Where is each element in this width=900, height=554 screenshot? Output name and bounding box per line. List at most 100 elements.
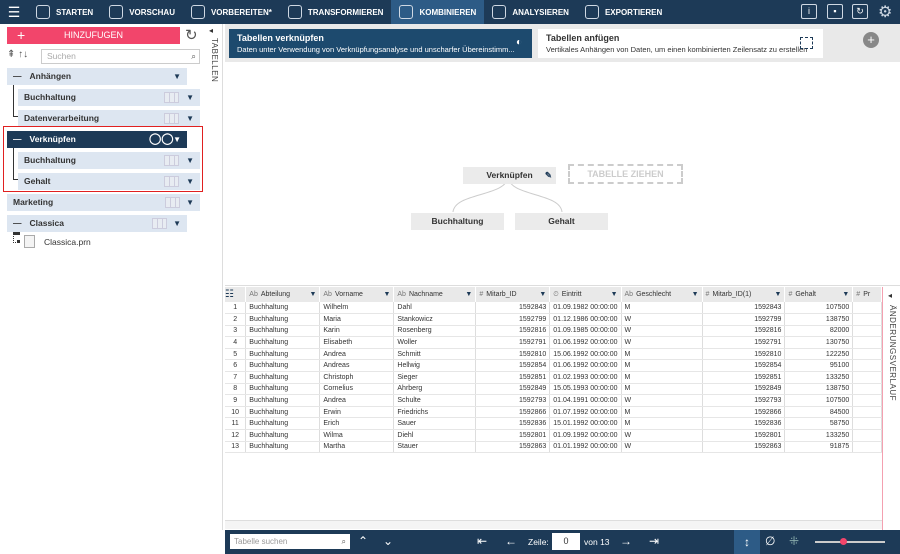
table-buchhaltung[interactable]: Buchhaltung ▼ [18,89,200,106]
table-cell[interactable]: 6 [225,359,247,373]
null-icon[interactable]: ∅ [765,534,775,548]
table-cell[interactable]: Christoph [319,371,395,384]
gear-icon[interactable]: ⚙ [878,2,892,22]
table-cell[interactable]: W [621,441,703,454]
table-cell[interactable]: 1592799 [475,313,551,326]
table-row[interactable]: 9 Buchhaltung Andrea Schulte 1592793 01.04.19… [225,394,882,407]
table-cell[interactable]: W [621,336,703,349]
table-cell[interactable] [852,383,882,396]
table-cell[interactable] [852,406,882,419]
chevron-down-icon[interactable]: ▼ [309,291,316,298]
table-cell[interactable]: 95100 [784,359,854,373]
table-cell[interactable]: M [621,302,703,315]
table-cell[interactable]: Karin [319,325,395,338]
table-cell[interactable]: Buchhaltung [245,302,321,315]
hamburger-menu-icon[interactable]: ☰ [0,4,28,21]
table-cell[interactable]: 01.07.1992 00:00:00 [549,406,622,419]
table-row[interactable]: 10 Buchhaltung Erwin Friedrichs 1592866 01.07… [225,406,882,419]
table-cell[interactable]: Buchhaltung [245,417,321,431]
chevron-down-icon[interactable]: ▼ [186,110,194,127]
table-cell[interactable] [852,359,882,373]
table-cell[interactable] [852,325,882,338]
table-cell[interactable] [852,441,882,454]
table-cell[interactable]: Erich [319,417,395,431]
last-row-icon[interactable]: ⇥ [649,534,659,548]
table-cell[interactable]: M [621,359,703,373]
table-cell[interactable]: Buchhaltung [245,383,321,396]
sort-icons[interactable]: ⇞ ↑↓ [7,49,28,60]
table-cell[interactable]: Buchhaltung [245,325,321,338]
table-cell[interactable]: 1592851 [702,371,786,384]
table-cell[interactable]: 1592866 [702,406,786,419]
nav-kombinieren[interactable]: KOMBINIEREN [391,0,485,24]
table-cell[interactable]: 1592801 [475,429,551,442]
table-cell[interactable]: Dahl [393,302,477,315]
table-cell[interactable]: 107500 [784,302,854,315]
table-cell[interactable]: 1592851 [475,371,551,384]
table-cell[interactable]: Buchhaltung [245,359,321,373]
table-cell[interactable]: 82000 [784,325,854,338]
group-classica[interactable]: — Classica ▼ [7,215,187,232]
table-cell[interactable]: Erwin [319,406,395,419]
table-cell[interactable]: M [621,383,703,396]
table-cell[interactable]: M [621,348,703,361]
table-cell[interactable]: 01.02.1993 00:00:00 [549,371,622,384]
table-cell[interactable]: Martha [319,441,395,454]
table-cell[interactable]: 133250 [784,371,854,384]
table-cell[interactable]: 1592793 [702,394,786,407]
table-cell[interactable]: Buchhaltung [245,336,321,349]
zoom-slider[interactable] [815,538,885,545]
group-verknuepfen[interactable]: — Verknüpfen ◯◯ ▼ [7,131,187,148]
table-cell[interactable]: 10 [225,406,247,419]
column-header[interactable]: # Mitarb_ID ▼ [475,287,551,302]
table-cell[interactable]: Wilhelm [319,302,395,315]
table-cell[interactable]: 1592791 [475,336,551,349]
table-cell[interactable] [852,371,882,384]
add-button[interactable]: + HINZUFUGEN [7,27,180,44]
table-cell[interactable]: Schulte [393,394,477,407]
chevron-down-icon[interactable]: ▼ [173,215,181,232]
table-cell[interactable]: W [621,313,703,326]
collapse-icon[interactable]: ◂ [209,26,213,35]
right-table-node[interactable]: Gehalt [515,213,608,230]
table-row[interactable]: 12 Buchhaltung Wilma Diehl 1592801 01.09.1992… [225,429,882,442]
expand-icon[interactable]: ◂ [888,291,892,300]
table-cell[interactable]: 15.06.1992 00:00:00 [549,348,622,361]
table-cell[interactable]: W [621,429,703,442]
table-cell[interactable]: Andrea [319,394,395,407]
file-classica-prn[interactable]: Classica.prn [44,237,91,247]
table-cell[interactable]: Buchhaltung [245,429,321,442]
table-cell[interactable]: 1592863 [702,441,786,454]
table-cell[interactable]: 15.01.1992 00:00:00 [549,417,622,431]
table-cell[interactable]: M [621,371,703,384]
previous-row-icon[interactable]: ← [505,534,517,548]
nav-exportieren[interactable]: EXPORTIEREN [577,0,670,24]
table-cell[interactable]: Andreas [319,359,395,373]
table-cell[interactable] [852,313,882,326]
column-header[interactable]: Ab Nachname ▼ [393,287,477,302]
table-cell[interactable]: Maria [319,313,395,326]
table-cell[interactable]: Andrea [319,348,395,361]
table-cell[interactable]: 1592854 [475,359,551,373]
table-cell[interactable]: M [621,406,703,419]
table-cell[interactable]: 84500 [784,406,854,419]
table-buchhaltung[interactable]: Buchhaltung ▼ [18,152,200,169]
table-cell[interactable]: 9 [225,394,247,407]
table-cell[interactable]: 1592843 [702,302,786,315]
table-cell[interactable]: 1592849 [702,383,786,396]
table-cell[interactable]: 138750 [784,313,854,326]
table-cell[interactable]: 107500 [784,394,854,407]
table-cell[interactable]: 122250 [784,348,854,361]
column-header[interactable]: # Pr [852,287,882,302]
table-cell[interactable]: W [621,394,703,407]
table-cell[interactable]: Buchhaltung [245,441,321,454]
chevron-down-icon[interactable]: ▼ [186,152,194,169]
nav-vorschau[interactable]: VORSCHAU [101,0,183,24]
next-row-icon[interactable]: → [620,534,632,548]
nav-analysieren[interactable]: ANALYSIEREN [484,0,577,24]
table-cell[interactable]: Wilma [319,429,395,442]
table-cell[interactable]: Hellwig [393,359,477,373]
table-cell[interactable]: Cornelius [319,383,395,396]
table-cell[interactable]: 01.06.1992 00:00:00 [549,359,622,373]
refresh-book-icon[interactable]: ↻ [852,4,868,19]
